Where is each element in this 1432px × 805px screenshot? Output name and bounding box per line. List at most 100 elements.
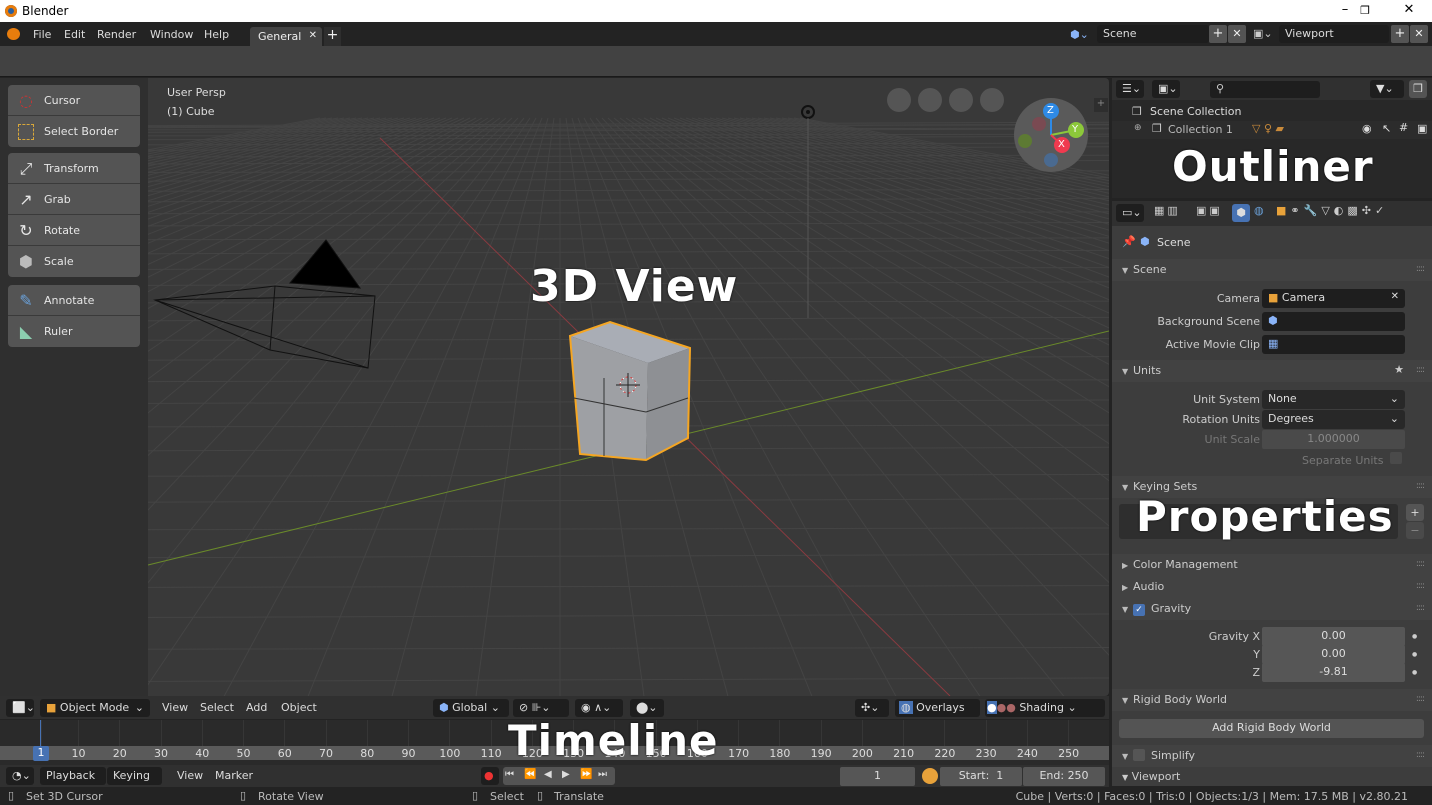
separate-units-checkbox[interactable] <box>1390 452 1402 464</box>
timeline-editor-type-button[interactable]: ◔⌄ <box>6 767 34 785</box>
new-scene-button[interactable]: + <box>1209 25 1227 43</box>
scene-tab[interactable]: ⬢ <box>1232 204 1250 222</box>
sidebar-toggle-button[interactable]: + <box>1094 98 1108 112</box>
object-data-tabs[interactable]: ■⚭🔧▽◐▩✣✓ <box>1276 204 1388 217</box>
world-tab[interactable]: ◍ <box>1254 204 1264 217</box>
drag-handle-icon[interactable]: :::: <box>1416 264 1425 274</box>
play-reverse-button[interactable]: ◀ <box>544 769 552 780</box>
jump-end-button[interactable]: ⏭ <box>598 769 607 780</box>
unit-system-dropdown[interactable]: None ⌄ <box>1262 390 1405 409</box>
jump-keyframe-forward-button[interactable]: ⏩ <box>580 769 592 780</box>
drag-handle-icon[interactable]: :::: <box>1416 581 1425 591</box>
pivot-selector[interactable]: ⬤⌄ <box>630 699 664 717</box>
maximize-button[interactable]: ❐ <box>1350 4 1380 17</box>
menu-help[interactable]: Help <box>204 28 229 41</box>
background-scene-field[interactable]: ⬢ <box>1262 312 1405 331</box>
jump-start-button[interactable]: ⏮ <box>505 769 514 780</box>
simplify-checkbox[interactable] <box>1133 749 1145 761</box>
drag-handle-icon[interactable]: :::: <box>1416 750 1425 760</box>
scene-selector[interactable]: Scene <box>1097 25 1209 43</box>
holdout-grid-icon[interactable]: # <box>1399 121 1408 134</box>
delete-view-layer-button[interactable]: ✕ <box>1410 25 1428 43</box>
filter-button[interactable]: ▼⌄ <box>1370 80 1404 98</box>
gravity-checkbox[interactable]: ✓ <box>1133 604 1145 616</box>
panel-color-management-header[interactable]: ▶ Color Management:::: <box>1112 554 1432 576</box>
orientation-selector[interactable]: ⬢ Global ⌄ <box>433 699 509 717</box>
current-frame-field[interactable]: 1 <box>840 767 915 786</box>
subpanel-viewport-header[interactable]: ▼ Viewport <box>1122 770 1180 783</box>
tool-workspace-tabs[interactable]: ▦▥ <box>1154 204 1181 217</box>
panel-simplify-header[interactable]: ▼ Simplify:::: <box>1112 745 1432 767</box>
preview-range-toggle[interactable] <box>922 768 938 784</box>
add-workspace-button[interactable]: + <box>324 27 341 46</box>
timeline-menu-view[interactable]: View <box>177 769 203 782</box>
menu-select[interactable]: Select <box>200 701 234 714</box>
shading-selector[interactable]: ●●● Shading ⌄ <box>985 699 1105 717</box>
menu-window[interactable]: Window <box>150 28 193 41</box>
new-collection-button[interactable]: ❒ <box>1409 80 1427 98</box>
blender-menu-icon[interactable] <box>7 28 20 40</box>
menu-file[interactable]: File <box>33 28 51 41</box>
panel-units-header[interactable]: ▼ Units ★:::: <box>1112 360 1432 382</box>
pin-icon[interactable]: 📌 <box>1122 235 1136 248</box>
end-frame-field[interactable]: End: 250 <box>1023 767 1105 786</box>
workspace-tab-general[interactable]: General ✕ <box>250 27 322 46</box>
gravity-y-field[interactable]: 0.00 <box>1262 645 1405 664</box>
preset-star-icon[interactable]: ★ <box>1394 363 1404 376</box>
tool-cursor[interactable]: ◌ Cursor <box>8 85 140 116</box>
playback-menu[interactable]: Playback ⌄ <box>40 767 106 795</box>
gravity-x-field[interactable]: 0.00 <box>1262 627 1405 646</box>
play-button[interactable]: ▶ <box>562 769 570 780</box>
zoom-view-icon[interactable] <box>980 88 1004 112</box>
proportional-editing-toggle[interactable]: ◉ ∧⌄ <box>575 699 623 717</box>
add-rigid-body-world-button[interactable]: Add Rigid Body World <box>1119 719 1424 738</box>
render-output-tabs[interactable]: ▣▣ <box>1196 204 1223 217</box>
menu-render[interactable]: Render <box>97 28 136 41</box>
timeline-menu-marker[interactable]: Marker <box>215 769 253 782</box>
tool-scale[interactable]: ⬢ Scale <box>8 246 140 277</box>
tool-select-border[interactable]: Select Border <box>8 116 140 147</box>
close-tab-icon[interactable]: ✕ <box>309 30 317 41</box>
scene-icon[interactable]: ⬢⌄ <box>1070 28 1089 41</box>
keying-menu[interactable]: Keying ⌄ <box>107 767 162 795</box>
collection-name[interactable]: Collection 1 <box>1168 123 1233 136</box>
overlays-toggle[interactable]: ◍ Overlays ⌄ <box>895 699 980 727</box>
snap-toggle[interactable]: ⊘ ⊪⌄ <box>513 699 569 717</box>
editor-type-button[interactable]: ⬜⌄ <box>6 699 35 717</box>
new-view-layer-button[interactable]: + <box>1391 25 1409 43</box>
drag-handle-icon[interactable]: :::: <box>1416 559 1425 569</box>
view-layer-selector[interactable]: Viewport <box>1279 25 1389 43</box>
movie-clip-field[interactable]: ▦ <box>1262 335 1405 354</box>
panel-audio-header[interactable]: ▶ Audio:::: <box>1112 576 1432 598</box>
collection-row[interactable]: ⊕ ❒ Collection 1 ▽ ♀ ▰ ◉ ↖ # ▣ <box>1112 121 1432 139</box>
outliner-search-input[interactable] <box>1210 81 1320 98</box>
toggle-perspective-icon[interactable] <box>887 88 911 112</box>
remove-keying-set-button[interactable]: − <box>1406 522 1424 539</box>
tool-rotate[interactable]: ↻ Rotate <box>8 215 140 246</box>
mode-selector[interactable]: ■ Object Mode ⌄ <box>40 699 150 717</box>
tool-annotate[interactable]: ✎ Annotate <box>8 285 140 316</box>
add-keying-set-button[interactable]: + <box>1406 504 1424 521</box>
display-mode-button[interactable]: ▣⌄ <box>1152 80 1180 98</box>
3d-viewport[interactable]: Z Y X + User Persp (1) Cube 3D View <box>0 78 1109 696</box>
gravity-z-field[interactable]: -9.81 <box>1262 663 1405 682</box>
clear-camera-icon[interactable]: ✕ <box>1391 291 1399 302</box>
menu-edit[interactable]: Edit <box>64 28 85 41</box>
view-layer-icon[interactable]: ▣⌄ <box>1253 27 1273 40</box>
gizmo-toggle[interactable]: ✣⌄ <box>855 699 889 717</box>
scene-collection-item[interactable]: Scene Collection <box>1150 105 1241 118</box>
drag-handle-icon[interactable]: :::: <box>1416 603 1425 613</box>
tool-grab[interactable]: ↗ Grab <box>8 184 140 215</box>
current-frame-indicator[interactable]: 1 <box>33 746 49 761</box>
menu-view[interactable]: View <box>162 701 188 714</box>
start-frame-field[interactable]: Start: 1 <box>940 767 1022 786</box>
pan-view-icon[interactable] <box>949 88 973 112</box>
camera-view-icon[interactable] <box>918 88 942 112</box>
unit-scale-field[interactable]: 1.000000 <box>1262 430 1405 449</box>
visibility-eye-icon[interactable]: ◉ <box>1362 122 1372 135</box>
record-button[interactable]: ● <box>481 767 499 785</box>
keyframe-dots[interactable]: ● ● ● <box>1412 628 1417 682</box>
render-toggle-icon[interactable]: ▣ <box>1417 122 1427 135</box>
menu-add[interactable]: Add <box>246 701 267 714</box>
drag-handle-icon[interactable]: :::: <box>1416 481 1425 491</box>
